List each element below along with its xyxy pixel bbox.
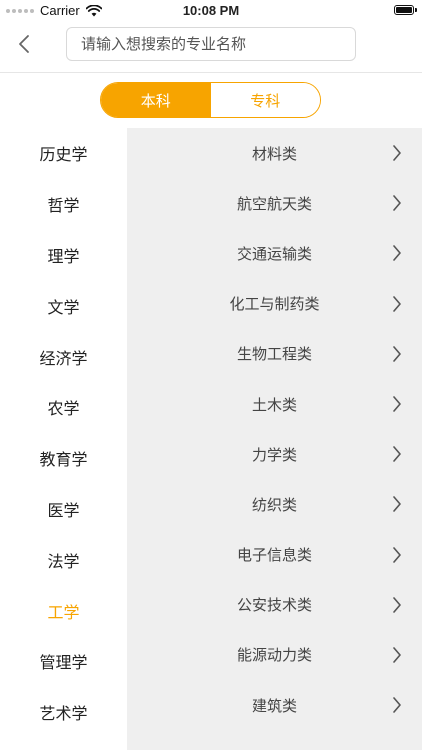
category-item[interactable]: 管理学	[0, 636, 127, 687]
subcategory-label: 生物工程类	[236, 345, 312, 364]
back-button[interactable]	[12, 32, 36, 56]
subcategory-row[interactable]: 生物工程类	[127, 329, 422, 379]
chevron-left-icon	[19, 35, 29, 53]
tab-undergraduate[interactable]: 本科	[101, 83, 211, 117]
category-item[interactable]: 文学	[0, 280, 127, 331]
subcategory-label: 土木类	[251, 395, 297, 414]
subcategory-row[interactable]: 力学类	[127, 429, 422, 479]
subcategory-row[interactable]: 公安技术类	[127, 580, 422, 630]
chevron-right-icon	[393, 346, 401, 362]
chevron-right-icon	[393, 496, 401, 513]
status-time: 10:08 PM	[182, 3, 240, 18]
category-item[interactable]: 医学	[0, 484, 127, 535]
status-bar: Carrier 10:08 PM	[0, 0, 422, 22]
chevron-right-icon	[393, 596, 401, 613]
subcategory-label: 纺织类	[251, 495, 297, 514]
category-item[interactable]: 理学	[0, 230, 127, 281]
subcategory-label: 航空航天类	[236, 194, 312, 213]
chevron-right-icon	[393, 145, 401, 161]
category-item[interactable]: 农学	[0, 382, 127, 433]
category-item[interactable]: 哲学	[0, 179, 127, 230]
subcategory-row[interactable]: 纺织类	[127, 479, 422, 529]
subcategory-row[interactable]: 电子信息类	[127, 530, 422, 580]
search-input[interactable]	[67, 28, 355, 60]
chevron-right-icon	[393, 195, 401, 212]
subcategory-label: 公安技术类	[236, 596, 312, 615]
category-item[interactable]: 历史学	[0, 128, 127, 179]
category-item[interactable]: 艺术学	[0, 687, 127, 738]
subcategory-label: 电子信息类	[236, 546, 312, 565]
chevron-right-icon	[393, 446, 401, 463]
battery-icon	[394, 5, 417, 15]
subcategory-label: 材料类	[251, 144, 297, 163]
subcategory-row[interactable]: 土木类	[127, 379, 422, 429]
chevron-right-icon	[393, 697, 401, 713]
search-box[interactable]	[66, 27, 356, 61]
subcategory-row[interactable]: 材料类	[127, 128, 422, 178]
subcategory-label: 能源动力类	[236, 646, 312, 665]
chevron-right-icon	[393, 245, 401, 262]
chevron-right-icon	[393, 546, 401, 563]
degree-tabs: 本科 专科	[100, 82, 321, 118]
subcategory-label: 交通运输类	[236, 244, 312, 263]
subcategory-row[interactable]: 交通运输类	[127, 228, 422, 278]
subcategory-row[interactable]: 化工与制药类	[127, 279, 422, 329]
subcategory-row[interactable]: 航空航天类	[127, 178, 422, 228]
subcategory-panel: 材料类 航空航天类 交通运输类 化工与制药类 生物工程类 土木类 力学类 纺织类…	[127, 128, 422, 750]
category-item[interactable]: 法学	[0, 534, 127, 585]
chevron-right-icon	[393, 647, 401, 663]
chevron-right-icon	[393, 396, 401, 412]
nav-bar	[0, 22, 422, 73]
tab-junior-college[interactable]: 专科	[210, 83, 320, 117]
subcategory-row[interactable]: 建筑类	[127, 680, 422, 730]
category-item[interactable]: 经济学	[0, 331, 127, 382]
chevron-right-icon	[393, 295, 401, 312]
category-item-selected[interactable]: 工学	[0, 585, 127, 636]
subcategory-label: 化工与制药类	[229, 295, 320, 314]
subcategory-label: 建筑类	[251, 696, 297, 715]
subcategory-row[interactable]: 能源动力类	[127, 630, 422, 680]
category-list: 历史学 哲学 理学 文学 经济学 农学 教育学 医学 法学 工学 管理学 艺术学	[0, 128, 127, 738]
category-item[interactable]: 教育学	[0, 433, 127, 484]
subcategory-label: 力学类	[251, 445, 297, 464]
